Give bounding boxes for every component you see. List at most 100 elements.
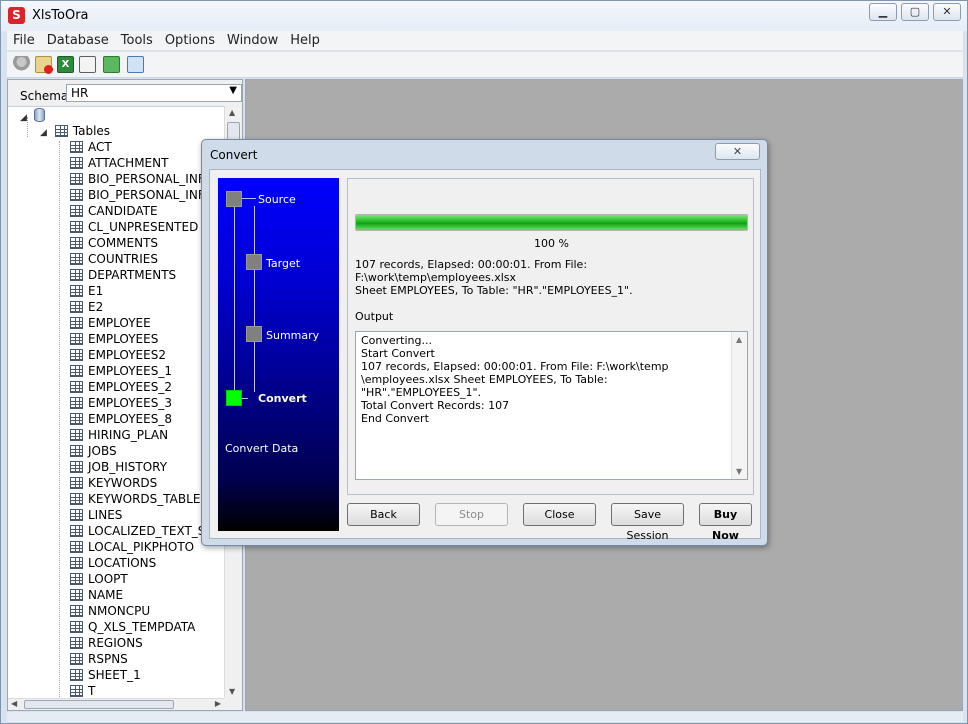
tree-item-table[interactable]: COUNTRIES bbox=[70, 252, 158, 268]
tree-item-table[interactable]: HIRING_PLAN bbox=[70, 428, 168, 444]
back-button[interactable]: Back bbox=[347, 503, 420, 526]
table-tree[interactable]: ◢ ◢ Tables ACT ATTACHMENT BIO_PERSONAL_INF… bbox=[8, 106, 224, 698]
maximize-icon[interactable]: ▢ bbox=[901, 3, 929, 21]
scroll-up-icon[interactable]: ▲ bbox=[736, 335, 742, 344]
tree-item-table[interactable]: EMPLOYEE bbox=[70, 316, 151, 332]
scroll-down-icon[interactable]: ▼ bbox=[229, 687, 235, 696]
tree-item-table[interactable]: LOOPT bbox=[70, 572, 128, 588]
refresh-icon[interactable] bbox=[103, 56, 120, 73]
tree-item-table[interactable]: NMONCPU bbox=[70, 604, 150, 620]
tree-item-table[interactable]: Q_XLS_TEMPDATA bbox=[70, 620, 195, 636]
connect-icon[interactable] bbox=[13, 56, 30, 73]
tree-item-table[interactable]: E1 bbox=[70, 284, 103, 300]
schema-select[interactable]: HR ▼ bbox=[66, 84, 242, 102]
dialog-body: Source Target Summary Convert Convert Da… bbox=[209, 169, 761, 542]
tree-item-table[interactable]: LINES bbox=[70, 508, 122, 524]
tree-item-table[interactable]: ACT bbox=[70, 140, 112, 156]
tree-item-table[interactable]: BIO_PERSONAL_INFO bbox=[70, 172, 214, 188]
scroll-right-icon[interactable]: ▶ bbox=[215, 699, 221, 708]
menu-options[interactable]: Options bbox=[159, 31, 221, 48]
tree-item-table[interactable]: JOBS bbox=[70, 444, 117, 460]
report-icon[interactable] bbox=[79, 56, 96, 73]
menu-file[interactable]: File bbox=[7, 31, 41, 48]
output-line: \employees.xlsx Sheet EMPLOYEES, To Tabl… bbox=[361, 373, 608, 399]
table-icon bbox=[70, 269, 83, 281]
scroll-thumb[interactable] bbox=[24, 700, 174, 709]
minimize-icon[interactable]: ▁ bbox=[869, 3, 897, 21]
tree-item-table[interactable]: KEYWORDS_TABLE bbox=[70, 492, 200, 508]
close-icon[interactable]: ✕ bbox=[933, 3, 961, 21]
tree-node-tables[interactable]: ◢ Tables bbox=[40, 124, 110, 140]
tree-item-table[interactable]: RSPNS bbox=[70, 652, 128, 668]
tree-item-table[interactable]: EMPLOYEES2 bbox=[70, 348, 166, 364]
table-icon bbox=[70, 669, 83, 681]
table-icon bbox=[70, 541, 83, 553]
tree-node-database[interactable]: ◢ bbox=[20, 108, 45, 124]
tree-item-table[interactable]: CANDIDATE bbox=[70, 204, 158, 220]
tree-item-table[interactable]: EMPLOYEES_2 bbox=[70, 380, 172, 396]
menu-window[interactable]: Window bbox=[221, 31, 284, 48]
tree-horizontal-scrollbar[interactable]: ◀ ▶ bbox=[8, 698, 224, 710]
tree-item-table[interactable]: LOCAL_PIKPHOTO bbox=[70, 540, 194, 556]
disconnect-icon[interactable] bbox=[35, 56, 53, 74]
tree-item-table[interactable]: CL_UNPRESENTED bbox=[70, 220, 198, 236]
output-scrollbar[interactable]: ▲ ▼ bbox=[731, 332, 747, 479]
menu-help[interactable]: Help bbox=[284, 31, 326, 48]
save-session-button[interactable]: Save Session bbox=[611, 503, 684, 542]
table-icon bbox=[70, 189, 83, 201]
tree-item-table[interactable]: BIO_PERSONAL_INFO bbox=[70, 188, 214, 204]
stop-button[interactable]: Stop bbox=[435, 503, 508, 526]
tree-item-table[interactable]: COMMENTS bbox=[70, 236, 158, 252]
step-marker-convert bbox=[226, 390, 242, 406]
progress-bar bbox=[355, 214, 748, 231]
title-bar: S XlsToOra ▁ ▢ ✕ bbox=[1, 1, 967, 31]
tree-item-table[interactable]: KEYWORDS bbox=[70, 476, 157, 492]
scroll-left-icon[interactable]: ◀ bbox=[11, 699, 17, 708]
tree-item-table[interactable]: E2 bbox=[70, 300, 103, 316]
tree-item-table[interactable]: REGIONS bbox=[70, 636, 143, 652]
tree-item-table[interactable]: T bbox=[70, 684, 95, 698]
step-marker-summary bbox=[246, 326, 262, 342]
excel-icon[interactable]: X bbox=[57, 56, 74, 73]
close-button[interactable]: Close bbox=[523, 503, 596, 526]
tree-item-table[interactable]: ATTACHMENT bbox=[70, 156, 168, 172]
tree-item-table[interactable]: EMPLOYEES_3 bbox=[70, 396, 172, 412]
tree-item-table[interactable]: EMPLOYEES_1 bbox=[70, 364, 172, 380]
schema-value: HR bbox=[71, 86, 89, 100]
tree-item-table[interactable]: SHEET_1 bbox=[70, 668, 141, 684]
table-icon bbox=[70, 205, 83, 217]
table-icon bbox=[70, 557, 83, 569]
tree-item-table[interactable]: LOCALIZED_TEXT_SI bbox=[70, 524, 209, 540]
tree-item-table[interactable]: DEPARTMENTS bbox=[70, 268, 176, 284]
menu-database[interactable]: Database bbox=[41, 31, 115, 48]
table-icon bbox=[70, 301, 83, 313]
output-line: 107 records, Elapsed: 00:00:01. From Fil… bbox=[361, 360, 669, 373]
table-icon bbox=[70, 461, 83, 473]
tree-item-table[interactable]: NAME bbox=[70, 588, 123, 604]
tree-item-table[interactable]: LOCATIONS bbox=[70, 556, 156, 572]
scroll-down-icon[interactable]: ▼ bbox=[736, 467, 742, 476]
table-name: EMPLOYEES_8 bbox=[88, 412, 172, 426]
table-name: BIO_PERSONAL_INFO bbox=[88, 172, 215, 186]
close-icon[interactable]: ✕ bbox=[715, 143, 760, 160]
table-name: T bbox=[88, 684, 96, 698]
buy-now-button[interactable]: Buy Now bbox=[699, 503, 752, 542]
tables-label: Tables bbox=[72, 124, 111, 138]
step-convert: Convert bbox=[258, 392, 307, 405]
grid-icon[interactable] bbox=[127, 56, 144, 73]
table-icon bbox=[70, 365, 83, 377]
table-name: CANDIDATE bbox=[88, 204, 158, 218]
table-icon bbox=[70, 429, 83, 441]
tree-item-table[interactable]: EMPLOYEES_8 bbox=[70, 412, 172, 428]
output-log[interactable]: Converting... Start Convert 107 records, E… bbox=[355, 331, 748, 480]
step-connector bbox=[254, 206, 255, 392]
table-icon bbox=[70, 621, 83, 633]
tree-item-table[interactable]: JOB_HISTORY bbox=[70, 460, 167, 476]
app-logo-icon: S bbox=[8, 7, 25, 24]
table-icon bbox=[70, 445, 83, 457]
menu-tools[interactable]: Tools bbox=[115, 31, 159, 48]
collapse-arrow-icon[interactable]: ◢ bbox=[20, 113, 27, 123]
scroll-up-icon[interactable]: ▲ bbox=[229, 108, 235, 117]
tree-item-table[interactable]: EMPLOYEES bbox=[70, 332, 158, 348]
collapse-arrow-icon[interactable]: ◢ bbox=[40, 128, 47, 138]
